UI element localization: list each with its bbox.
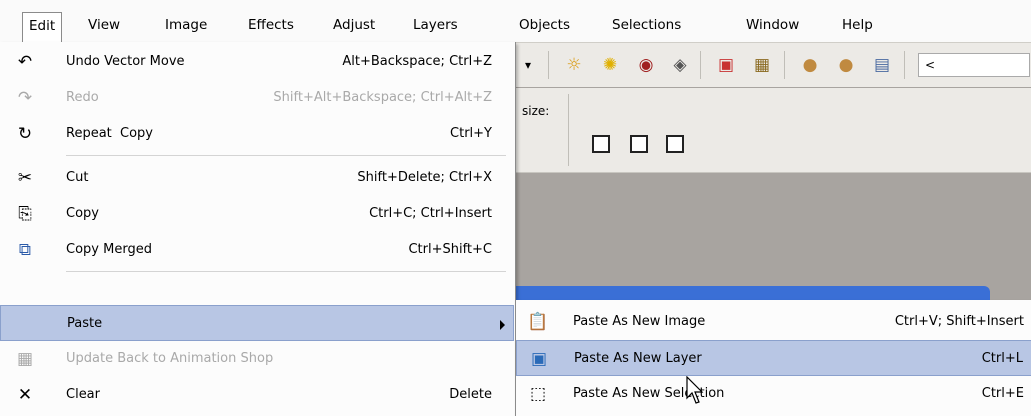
menu-item-update-animation-shop: ▦ Update Back to Animation Shop (0, 341, 514, 377)
menu-item-label: Copy (66, 206, 99, 221)
mouse-cursor-icon (686, 376, 704, 404)
menu-item-label: Clear (66, 387, 100, 402)
cube-icon[interactable]: ◈ (668, 53, 692, 77)
paste-image-icon: 📋 (527, 312, 549, 332)
overflow-field-text: < (925, 58, 936, 72)
menu-help[interactable]: Help (842, 14, 873, 36)
dropdown-arrow-icon[interactable]: ▾ (516, 53, 540, 77)
submenu-item-paste-new-image[interactable]: 📋 Paste As New Image Ctrl+V; Shift+Inser… (516, 304, 1031, 340)
portrait-icon[interactable]: ▣ (714, 53, 738, 77)
film-icon[interactable]: ▦ (750, 53, 774, 77)
options-separator (568, 94, 569, 166)
toolbar-separator (700, 51, 701, 79)
toolbar-separator (548, 51, 549, 79)
edit-menu: ↶ Undo Vector Move Alt+Backspace; Ctrl+Z… (0, 42, 516, 416)
menu-item-label: Paste As New Image (573, 314, 706, 329)
menu-image[interactable]: Image (165, 14, 207, 36)
animation-shop-icon: ▦ (16, 349, 34, 369)
clear-x-icon: ✕ (17, 385, 33, 405)
copy-merged-icon: ⧉ (18, 240, 32, 260)
menu-item-shortcut: Alt+Backspace; Ctrl+Z (342, 54, 492, 69)
menu-item-cut[interactable]: ✂ Cut Shift+Delete; Ctrl+X (0, 160, 514, 196)
menu-item-paste[interactable]: Paste (0, 305, 514, 341)
menu-bar: Edit View Image Effects Adjust Layers Ob… (0, 0, 1031, 43)
tool-options-bar: size: (500, 88, 1031, 173)
sun-contrast-icon[interactable]: ✺ (598, 53, 622, 77)
toolbar-separator (904, 51, 905, 79)
menu-item-repeat[interactable]: ↻ Repeat Copy Ctrl+Y (0, 116, 514, 152)
menu-window[interactable]: Window (746, 14, 799, 36)
toolbar: ▾ ☼ ✺ ◉ ◈ ▣ ▦ ● ● ▤ < (500, 43, 1031, 87)
menu-item-redo: ↷ Redo Shift+Alt+Backspace; Ctrl+Alt+Z (0, 80, 514, 116)
menu-item-shortcut: Ctrl+V; Shift+Insert (894, 314, 1024, 329)
menu-separator (66, 155, 506, 156)
menu-edit[interactable]: Edit (22, 12, 63, 43)
menu-item-undo[interactable]: ↶ Undo Vector Move Alt+Backspace; Ctrl+Z (0, 44, 514, 80)
menu-view[interactable]: View (88, 14, 120, 36)
menu-effects[interactable]: Effects (248, 14, 294, 36)
menu-item-shortcut: Ctrl+L (981, 351, 1023, 366)
menu-item-label: Copy Merged (66, 242, 152, 257)
menu-adjust[interactable]: Adjust (333, 14, 375, 36)
scissors-icon: ✂ (17, 168, 33, 188)
paste-selection-icon: ⬚ (529, 384, 547, 404)
menu-item-shortcut: Shift+Delete; Ctrl+X (357, 170, 492, 185)
menu-item-shortcut: Delete (449, 387, 492, 402)
menu-item-clear[interactable]: ✕ Clear Delete (0, 377, 514, 413)
overflow-field[interactable]: < (918, 53, 1030, 77)
menu-item-label: Undo Vector Move (66, 54, 185, 69)
copy-icon: ⎘ (18, 204, 32, 224)
menu-item-label: Repeat Copy (66, 126, 154, 141)
face-icon[interactable]: ● (798, 53, 822, 77)
frame-window-icon[interactable] (666, 135, 684, 153)
redo-icon: ↷ (17, 88, 33, 108)
sun-brightness-icon[interactable]: ☼ (562, 53, 586, 77)
submenu-item-paste-new-layer[interactable]: ▣ Paste As New Layer Ctrl+L (516, 340, 1031, 376)
paste-layer-icon: ▣ (530, 349, 548, 369)
repeat-icon: ↻ (17, 124, 33, 144)
menu-item-copy-merged[interactable]: ⧉ Copy Merged Ctrl+Shift+C (0, 232, 514, 268)
landscape-icon[interactable]: ▤ (870, 53, 894, 77)
undo-icon: ↶ (17, 52, 33, 72)
menu-item-label: Update Back to Animation Shop (66, 351, 274, 366)
menu-item-shortcut: Shift+Alt+Backspace; Ctrl+Alt+Z (273, 90, 492, 105)
menu-selections[interactable]: Selections (612, 14, 681, 36)
submenu-item-paste-new-selection[interactable]: ⬚ Paste As New Selection Ctrl+E (516, 376, 1031, 412)
menu-item-shortcut: Ctrl+Y (450, 126, 492, 141)
frame-expand-icon[interactable] (592, 135, 610, 153)
menu-item-label: Paste As New Layer (574, 351, 702, 366)
toolbar-separator (784, 51, 785, 79)
menu-item-shortcut: Ctrl+E (981, 386, 1024, 401)
menu-item-label: Paste (67, 316, 103, 331)
face-retouch-icon[interactable]: ● (834, 53, 858, 77)
submenu-arrow-icon (500, 320, 505, 330)
menu-separator (66, 271, 506, 272)
size-label: size: (522, 104, 550, 118)
frame-fit-icon[interactable] (630, 135, 648, 153)
paste-submenu: 📋 Paste As New Image Ctrl+V; Shift+Inser… (515, 300, 1031, 416)
menu-item-shortcut: Ctrl+Shift+C (408, 242, 492, 257)
red-eye-icon[interactable]: ◉ (634, 53, 658, 77)
menu-layers[interactable]: Layers (413, 14, 458, 36)
menu-item-label: Redo (66, 90, 99, 105)
menu-item-label: Cut (66, 170, 89, 185)
menu-item-copy[interactable]: ⎘ Copy Ctrl+C; Ctrl+Insert (0, 196, 514, 232)
menu-objects[interactable]: Objects (519, 14, 570, 36)
image-window-titlebar (500, 286, 990, 300)
menu-item-shortcut: Ctrl+C; Ctrl+Insert (369, 206, 492, 221)
